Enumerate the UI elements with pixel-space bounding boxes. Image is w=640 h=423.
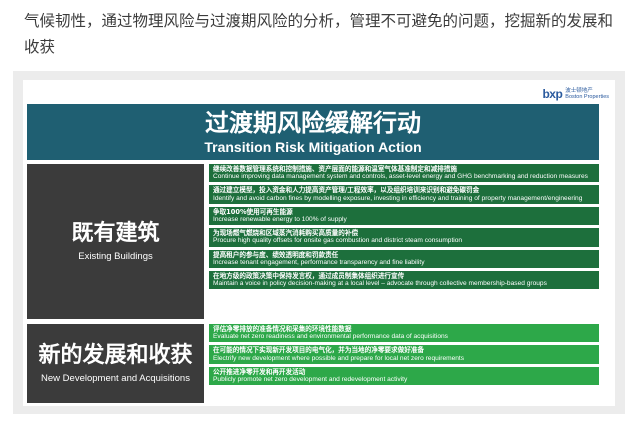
action-item: 在地方级的政策决策中保持发言权，通过成员制集体组织进行宣传 Maintain a… <box>209 271 599 290</box>
slide-title-band: 过渡期风险缓解行动 Transition Risk Mitigation Act… <box>27 104 599 160</box>
action-item: 在可能的情况下实现新开发项目的电气化，并为当地的净零要求做好准备 Electri… <box>209 345 599 364</box>
action-en: Identify and avoid carbon fines by model… <box>213 194 583 202</box>
action-cn: 在地方级的政策决策中保持发言权，通过成员制集体组织进行宣传 <box>213 272 405 281</box>
action-cn: 公开推进净零开发和再开发活动 <box>213 367 306 376</box>
action-en: Increase tenant engagement, performance … <box>213 258 425 266</box>
logo-mark: bxp <box>542 87 563 101</box>
logo-text-en: Boston Properties <box>565 94 609 100</box>
action-en: Evaluate net zero readiness and environm… <box>213 333 448 341</box>
action-cn: 为现场燃气燃烧和区域蒸汽消耗购买高质量的补偿 <box>213 229 359 238</box>
new-development-actions-list: 评估净零排放的准备情况和采集的环境性能数据 Evaluate net zero … <box>209 324 599 386</box>
action-cn: 继续改善数据管理系统和控制措施、资产层面的能源和温室气体基准制定和减排措施 <box>213 165 457 173</box>
action-en: Procure high quality offsets for onsite … <box>213 237 463 245</box>
action-item: 争取100%使用可再生能源 Increase renewable energy … <box>209 206 599 226</box>
action-cn: 评估净零排放的准备情况和采集的环境性能数据 <box>213 325 352 333</box>
category-title-en: New Development and Acquisitions <box>41 373 190 384</box>
action-en: Continue improving data management syste… <box>213 173 588 181</box>
logo-text: 波士顿地产 Boston Properties <box>565 88 609 100</box>
slide: bxp 波士顿地产 Boston Properties 过渡期风险缓解行动 Tr… <box>23 80 615 406</box>
action-item: 通过建立模型，投入资金和人力提高资产管理/工程效率，以及组织培训来识别和避免碳罚… <box>209 185 599 204</box>
action-item: 提高租户的参与度、绩效透明度和罚款责任 Increase tenant enga… <box>209 249 599 269</box>
action-item: 公开推进净零开发和再开发活动 Publicly promote net zero… <box>209 366 599 386</box>
action-item: 为现场燃气燃烧和区域蒸汽消耗购买高质量的补偿 Procure high qual… <box>209 228 599 247</box>
category-title-cn: 新的发展和收获 <box>38 343 193 368</box>
slide-title-cn: 过渡期风险缓解行动 <box>205 109 421 137</box>
slide-title-en: Transition Risk Mitigation Action <box>204 139 422 155</box>
action-cn: 通过建立模型，投入资金和人力提高资产管理/工程效率，以及组织培训来识别和避免碳罚… <box>213 186 480 195</box>
action-cn: 在可能的情况下实现新开发项目的电气化，并为当地的净零要求做好准备 <box>213 346 424 355</box>
existing-actions-list: 继续改善数据管理系统和控制措施、资产层面的能源和温室气体基准制定和减排措施 Co… <box>209 164 599 290</box>
category-title-cn: 既有建筑 <box>71 221 160 246</box>
action-item: 继续改善数据管理系统和控制措施、资产层面的能源和温室气体基准制定和减排措施 Co… <box>209 164 599 183</box>
action-en: Maintain a voice in policy decision-maki… <box>213 280 547 288</box>
category-title-en: Existing Buildings <box>78 251 153 262</box>
action-cn: 提高租户的参与度、绩效透明度和罚款责任 <box>213 250 339 259</box>
category-new-development: 新的发展和收获 New Development and Acquisitions <box>27 324 204 403</box>
action-en: Publicly promote net zero development an… <box>213 376 408 384</box>
action-en: Electrify new development where possible… <box>213 354 465 362</box>
category-existing-buildings: 既有建筑 Existing Buildings <box>27 164 204 319</box>
action-en: Increase renewable energy to 100% of sup… <box>213 216 347 224</box>
company-logo: bxp 波士顿地产 Boston Properties <box>542 87 609 101</box>
action-cn: 争取100%使用可再生能源 <box>213 207 293 216</box>
intro-text: 气候韧性，通过物理风险与过渡期风险的分析，管理不可避免的问题，挖掘新的发展和收获 <box>24 12 614 56</box>
action-item: 评估净零排放的准备情况和采集的环境性能数据 Evaluate net zero … <box>209 324 599 343</box>
